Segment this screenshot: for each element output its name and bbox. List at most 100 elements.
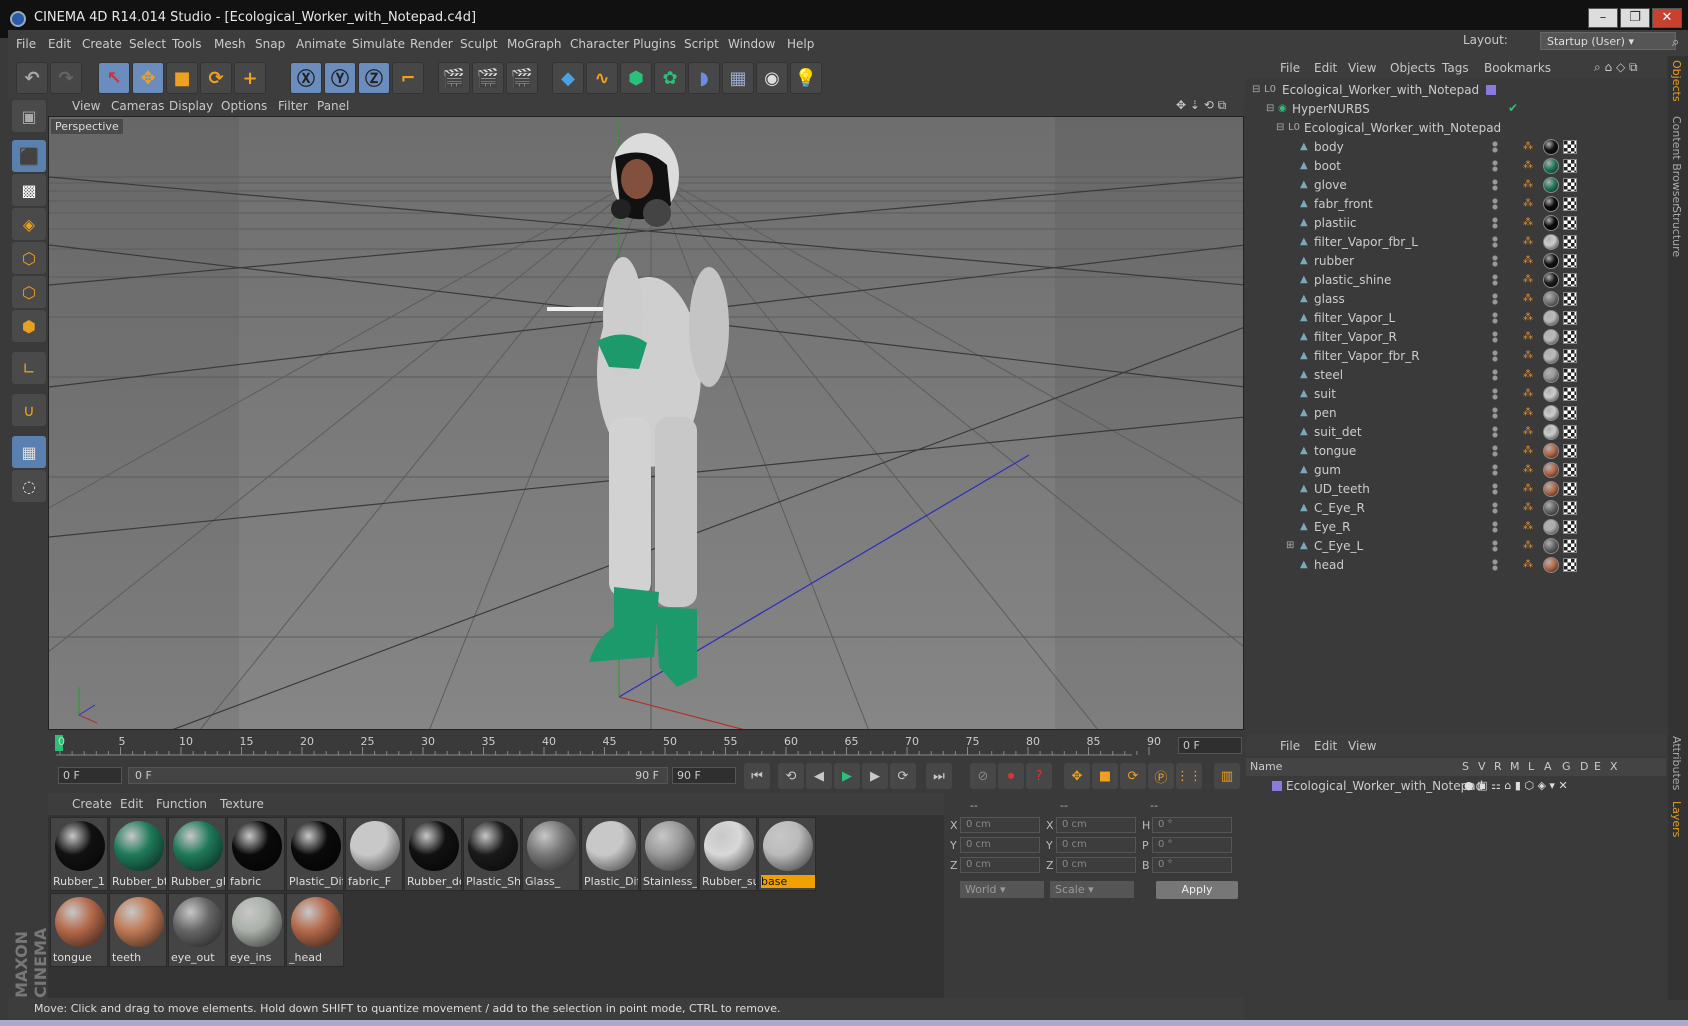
frame-range-slider[interactable]: 0 F 90 F xyxy=(128,767,668,784)
object-row[interactable]: ▲ filter_Vapor_L ⁂ xyxy=(1246,308,1666,328)
previous-key-icon[interactable]: ⟲ xyxy=(778,763,804,789)
points-mode-icon[interactable]: ⬡ xyxy=(12,242,46,274)
material-tag-icon[interactable] xyxy=(1543,481,1559,497)
visibility-dots-icon[interactable] xyxy=(1491,388,1499,400)
menu-window[interactable]: Window xyxy=(728,37,775,51)
uvw-tag-icon[interactable] xyxy=(1563,311,1577,325)
floor-icon[interactable]: ▦ xyxy=(722,62,754,94)
material-swatch[interactable]: fabric xyxy=(227,817,285,891)
layer-column-header[interactable]: M xyxy=(1510,760,1520,773)
autokey-icon[interactable]: ⏺ xyxy=(998,763,1024,789)
coord-mode-select[interactable]: Scale ▾ xyxy=(1050,881,1134,898)
menu-plugins[interactable]: Plugins xyxy=(633,37,676,51)
material-swatch[interactable]: tongue xyxy=(50,893,108,967)
visibility-dots-icon[interactable] xyxy=(1491,141,1499,153)
phong-tag-icon[interactable]: ⁂ xyxy=(1523,369,1537,381)
object-row[interactable]: ▲ body ⁂ xyxy=(1246,137,1666,157)
layer-column-header[interactable]: E xyxy=(1594,760,1601,773)
rotate-tool-icon[interactable]: ⟳ xyxy=(200,62,232,94)
viewport-nav-icons[interactable]: ✥ ⇣ ⟲ ⧉ xyxy=(1176,98,1226,113)
collapse-icon[interactable]: ⊟ xyxy=(1276,122,1286,133)
z-axis-lock-icon[interactable]: Ⓩ xyxy=(358,62,390,94)
layout-select[interactable]: Startup (User) ▾ xyxy=(1540,32,1676,50)
material-menu-create[interactable]: Create xyxy=(72,797,112,811)
object-row[interactable]: ▲ suit_det ⁂ xyxy=(1246,422,1666,442)
current-frame-field[interactable]: 0 F xyxy=(1178,737,1242,754)
layer-column-header[interactable]: R xyxy=(1494,760,1502,773)
visibility-dots-icon[interactable] xyxy=(1491,217,1499,229)
camera-icon[interactable]: ◉ xyxy=(756,62,788,94)
phong-tag-icon[interactable]: ⁂ xyxy=(1523,236,1537,248)
object-menu-bookmarks[interactable]: Bookmarks xyxy=(1484,61,1551,75)
coord-value-field[interactable]: 0 cm xyxy=(960,857,1040,873)
object-menu-edit[interactable]: Edit xyxy=(1314,61,1337,75)
restore-button[interactable]: ❐ xyxy=(1620,8,1650,28)
object-row[interactable]: ▲ filter_Vapor_R ⁂ xyxy=(1246,327,1666,347)
visibility-dots-icon[interactable] xyxy=(1491,293,1499,305)
object-row[interactable]: ▲ glove ⁂ xyxy=(1246,175,1666,195)
viewport-menu-display[interactable]: Display xyxy=(169,99,213,113)
material-tag-icon[interactable] xyxy=(1543,348,1559,364)
tab-objects[interactable]: Objects xyxy=(1670,60,1683,102)
uvw-tag-icon[interactable] xyxy=(1563,387,1577,401)
layer-column-header[interactable]: D xyxy=(1580,760,1588,773)
collapse-icon[interactable]: ⊟ xyxy=(1266,103,1276,114)
menu-animate[interactable]: Animate xyxy=(296,37,346,51)
material-tag-icon[interactable] xyxy=(1543,329,1559,345)
coord-value-field[interactable]: 0 cm xyxy=(960,837,1040,853)
material-menu-edit[interactable]: Edit xyxy=(120,797,143,811)
material-swatch[interactable]: Plastic_Diff xyxy=(286,817,344,891)
enabled-check-icon[interactable]: ✔ xyxy=(1508,101,1518,115)
visibility-dots-icon[interactable] xyxy=(1491,407,1499,419)
visibility-dots-icon[interactable] xyxy=(1491,274,1499,286)
phong-tag-icon[interactable]: ⁂ xyxy=(1523,502,1537,514)
coord-value-field[interactable]: 0 cm xyxy=(1056,837,1136,853)
menu-character[interactable]: Character xyxy=(570,37,629,51)
uvw-tag-icon[interactable] xyxy=(1563,140,1577,154)
tab-structure[interactable]: Structure xyxy=(1670,206,1683,257)
visibility-dots-icon[interactable] xyxy=(1491,369,1499,381)
object-row[interactable]: ▲ steel ⁂ xyxy=(1246,365,1666,385)
tab-attributes[interactable]: Attributes xyxy=(1670,736,1683,790)
material-swatch[interactable]: _head xyxy=(286,893,344,967)
uvw-tag-icon[interactable] xyxy=(1563,235,1577,249)
material-tag-icon[interactable] xyxy=(1543,462,1559,478)
layer-column-header[interactable]: L xyxy=(1528,760,1534,773)
axis-mode-icon[interactable]: ∟ xyxy=(12,352,46,384)
render-picture-viewer-icon[interactable]: 🎬 xyxy=(472,62,504,94)
uvw-tag-icon[interactable] xyxy=(1563,254,1577,268)
collapse-icon[interactable]: ⊟ xyxy=(1252,84,1262,95)
uvw-tag-icon[interactable] xyxy=(1563,216,1577,230)
menu-tools[interactable]: Tools xyxy=(172,37,202,51)
coord-value-field[interactable]: 0 ° xyxy=(1152,837,1232,853)
layer-column-header[interactable]: A xyxy=(1544,760,1552,773)
coord-value-field[interactable]: 0 ° xyxy=(1152,857,1232,873)
phong-tag-icon[interactable]: ⁂ xyxy=(1523,179,1537,191)
visibility-dots-icon[interactable] xyxy=(1491,179,1499,191)
nurbs-icon[interactable]: ⬢ xyxy=(620,62,652,94)
visibility-dots-icon[interactable] xyxy=(1491,312,1499,324)
material-swatch[interactable]: Rubber_1 xyxy=(50,817,108,891)
material-tag-icon[interactable] xyxy=(1543,158,1559,174)
workplane-icon[interactable]: ◈ xyxy=(12,208,46,240)
uvw-tag-icon[interactable] xyxy=(1563,520,1577,534)
visibility-dots-icon[interactable] xyxy=(1491,255,1499,267)
material-swatch[interactable]: Rubber_bt xyxy=(109,817,167,891)
object-row[interactable]: ▲ UD_teeth ⁂ xyxy=(1246,479,1666,499)
object-row[interactable]: ▲ boot ⁂ xyxy=(1246,156,1666,176)
key-scale-icon[interactable]: ■ xyxy=(1092,763,1118,789)
coordinate-system-icon[interactable]: ⌐ xyxy=(392,62,424,94)
material-tag-icon[interactable] xyxy=(1543,253,1559,269)
visibility-dots-icon[interactable] xyxy=(1491,426,1499,438)
visibility-dots-icon[interactable] xyxy=(1491,540,1499,552)
phong-tag-icon[interactable]: ⁂ xyxy=(1523,274,1537,286)
timeline-window-icon[interactable]: ▥ xyxy=(1214,763,1240,789)
move-tool-icon[interactable]: ✥ xyxy=(132,62,164,94)
material-tag-icon[interactable] xyxy=(1543,177,1559,193)
phong-tag-icon[interactable]: ⁂ xyxy=(1523,426,1537,438)
object-search-icon[interactable]: ⌕ ⌂ ◇ ⧉ xyxy=(1594,60,1638,75)
menu-render[interactable]: Render xyxy=(410,37,453,51)
object-hypernurbs-row[interactable]: ⊟ ◉ HyperNURBS ✔ xyxy=(1246,99,1666,119)
render-settings-icon[interactable]: 🎬 xyxy=(506,62,538,94)
cube-object-icon[interactable]: ◆ xyxy=(552,62,584,94)
